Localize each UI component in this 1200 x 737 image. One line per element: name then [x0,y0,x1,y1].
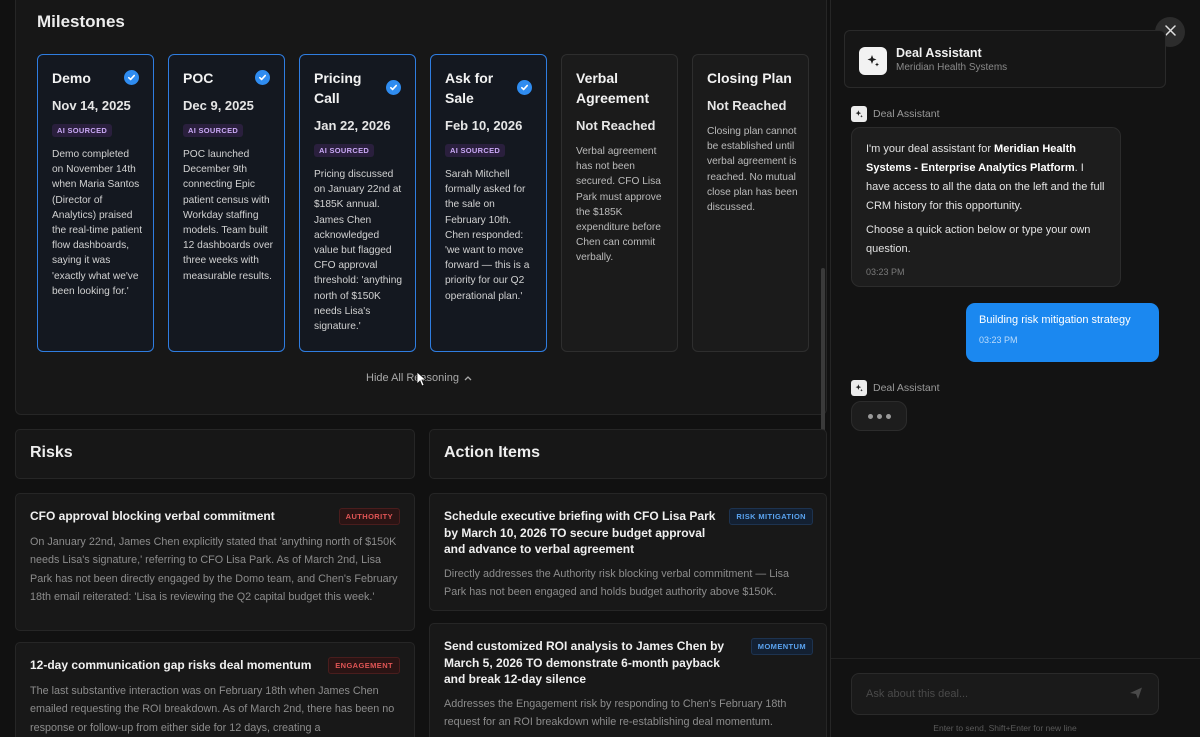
check-icon [255,70,270,85]
typing-indicator [851,401,907,431]
risk-card[interactable]: 12-day communication gap risks deal mome… [15,642,415,737]
risk-tag: AUTHORITY [338,508,400,525]
action-items-header: Action Items [429,429,827,479]
close-icon [1164,23,1176,41]
chevron-up-icon [464,372,472,384]
milestone-name: Closing Plan [707,70,792,86]
chat-input[interactable] [851,673,1159,715]
ai-sourced-badge: AI SOURCED [445,144,506,157]
action-tag: RISK MITIGATION [729,508,813,525]
assistant-account: Meridian Health Systems [896,62,1008,73]
milestones-panel: Milestones Demo Nov 14, 2025 AI SOURCED … [15,0,827,415]
milestone-date: Feb 10, 2026 [445,118,523,133]
milestone-card-demo[interactable]: Demo Nov 14, 2025 AI SOURCED Demo comple… [37,54,154,352]
action-item-card[interactable]: Schedule executive briefing with CFO Lis… [429,493,827,611]
assistant-name: Deal Assistant [896,46,982,60]
milestones-title: Milestones [37,12,125,31]
check-icon [124,70,139,85]
message-timestamp: 03:23 PM [866,267,905,277]
milestone-card-poc[interactable]: POC Dec 9, 2025 AI SOURCED POC launched … [168,54,285,352]
risks-header: Risks [15,429,415,479]
milestone-date: Jan 22, 2026 [314,118,391,133]
action-description: Addresses the Engagement risk by respond… [444,697,787,729]
deal-detail-pane: Milestones Demo Nov 14, 2025 AI SOURCED … [0,0,830,737]
milestone-status: Not Reached [576,118,656,133]
ai-sourced-badge: AI SOURCED [183,124,244,137]
chat-composer: Enter to send, Shift+Enter for new line [831,658,1200,737]
user-message: Building risk mitigation strategy 03:23 … [966,303,1159,362]
risk-description: The last substantive interaction was on … [30,684,395,734]
milestone-card-pricing-call[interactable]: Pricing Call Jan 22, 2026 AI SOURCED Pri… [299,54,416,352]
milestone-reasoning: POC launched December 9th connecting Epi… [183,149,274,282]
check-icon [517,80,532,95]
action-items-title: Action Items [444,444,541,461]
milestone-name: Pricing Call [314,70,362,106]
action-item-card[interactable]: Send customized ROI analysis to James Ch… [429,623,827,737]
assistant-message-text-2: Choose a quick action below or type your… [866,224,1091,255]
milestone-reasoning: Verbal agreement has not been secured. C… [576,146,662,264]
text-cursor-icon [416,371,428,392]
milestone-date: Nov 14, 2025 [52,98,131,113]
action-title: Send customized ROI analysis to James Ch… [444,639,725,686]
sparkle-icon [859,47,887,75]
message-sender: Deal Assistant [851,380,940,396]
action-description: Directly addresses the Authority risk bl… [444,567,790,599]
composer-hint: Enter to send, Shift+Enter for new line [933,723,1077,733]
message-timestamp: 03:23 PM [979,335,1018,345]
milestone-reasoning: Demo completed on November 14th when Mar… [52,149,143,297]
sparkle-icon [851,106,867,122]
hide-reasoning-label: Hide All Reasoning [366,372,459,384]
ai-sourced-badge: AI SOURCED [52,124,113,137]
milestone-reasoning: Sarah Mitchell formally asked for the sa… [445,169,530,302]
milestone-name: Demo [52,70,91,86]
milestone-name: POC [183,70,214,86]
milestone-reasoning: Closing plan cannot be established until… [707,126,798,214]
action-title: Schedule executive briefing with CFO Lis… [444,509,716,556]
user-message-text: Building risk mitigation strategy [979,314,1131,326]
milestone-status: Not Reached [707,98,787,113]
risk-card[interactable]: CFO approval blocking verbal commitment … [15,493,415,631]
milestone-date: Dec 9, 2025 [183,98,254,113]
assistant-header-card: Deal Assistant Meridian Health Systems [844,30,1166,88]
scrollbar-thumb[interactable] [821,268,825,454]
milestone-name: Verbal Agreement [576,70,650,106]
sparkle-icon [851,380,867,396]
risk-tag: ENGAGEMENT [328,657,400,674]
milestone-list: Demo Nov 14, 2025 AI SOURCED Demo comple… [37,54,809,352]
milestone-card-verbal-agreement[interactable]: Verbal Agreement Not Reached Verbal agre… [561,54,678,352]
message-sender: Deal Assistant [851,106,940,122]
milestone-card-ask-for-sale[interactable]: Ask for Sale Feb 10, 2026 AI SOURCED Sar… [430,54,547,352]
risk-description: On January 22nd, James Chen explicitly s… [30,535,398,604]
sender-name: Deal Assistant [873,108,940,120]
check-icon [386,80,401,95]
assistant-message: I'm your deal assistant for Meridian Hea… [851,127,1121,287]
deal-assistant-panel: Deal Assistant Meridian Health Systems D… [830,0,1200,737]
milestone-card-closing-plan[interactable]: Closing Plan Not Reached Closing plan ca… [692,54,809,352]
send-icon[interactable] [1129,686,1143,705]
milestone-reasoning: Pricing discussed on January 22nd at $18… [314,169,403,333]
risks-title: Risks [30,444,73,461]
assistant-message-text: I'm your deal assistant for Meridian Hea… [866,143,1105,212]
milestone-name: Ask for Sale [445,70,494,106]
sender-name: Deal Assistant [873,382,940,394]
ai-sourced-badge: AI SOURCED [314,144,375,157]
action-tag: MOMENTUM [750,638,813,655]
